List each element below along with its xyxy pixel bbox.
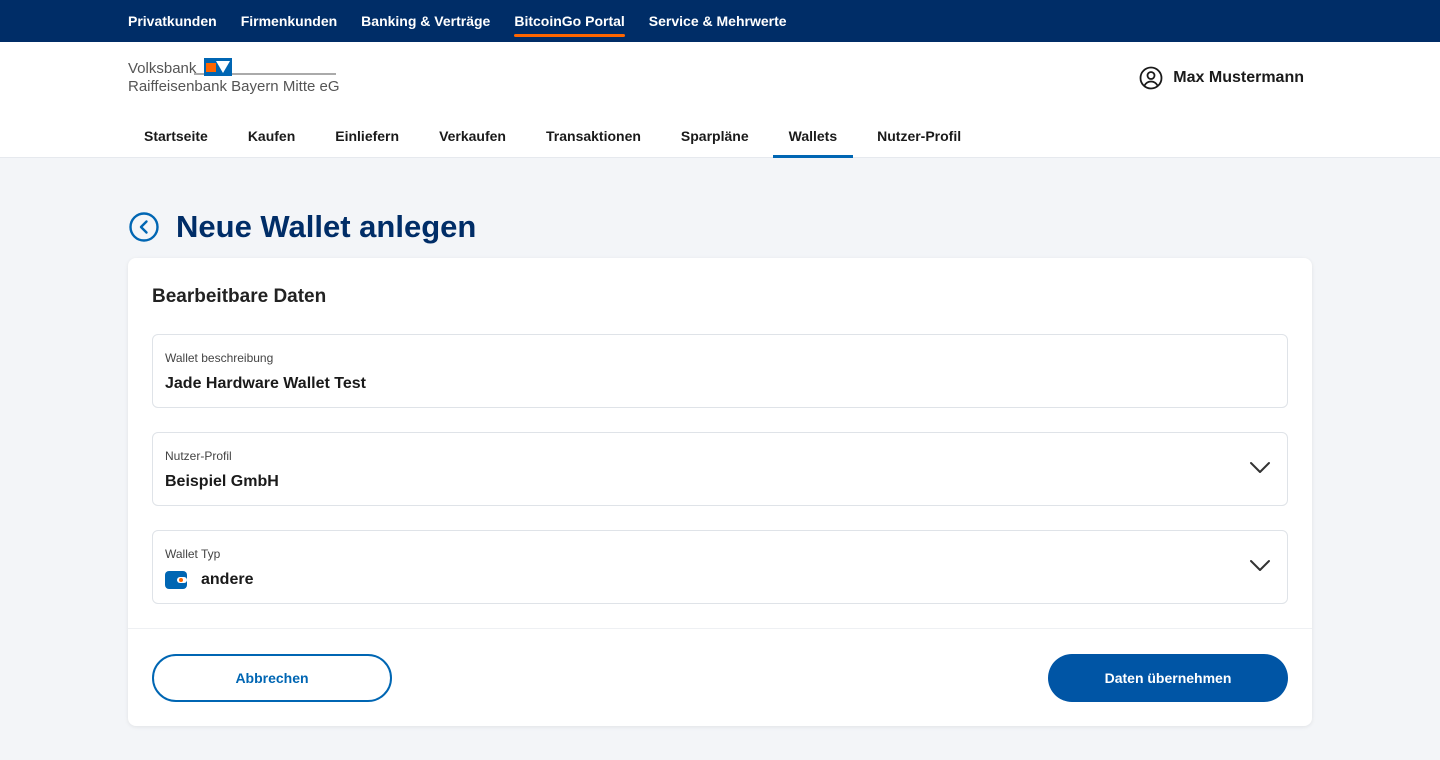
bank-logo[interactable]: Volksbank Raiffeisenbank Bayern Mitte eG [128, 58, 340, 98]
tab-einliefern[interactable]: Einliefern [319, 114, 415, 158]
wallet-description-value: Jade Hardware Wallet Test [165, 375, 366, 392]
wallet-type-label: Wallet Typ [165, 547, 221, 561]
form-section-title: Bearbeitbare Daten [152, 286, 327, 307]
form-divider [128, 628, 1312, 629]
page-title: Neue Wallet anlegen [176, 209, 477, 244]
user-menu[interactable]: Max Mustermann [1139, 66, 1304, 90]
chevron-down-icon [1250, 560, 1270, 571]
tab-transaktionen[interactable]: Transaktionen [530, 114, 657, 158]
tab-verkaufen[interactable]: Verkaufen [423, 114, 522, 158]
submit-button[interactable]: Daten übernehmen [1048, 654, 1288, 702]
user-icon [1139, 66, 1163, 90]
wallet-icon [165, 571, 187, 589]
user-profile-value: Beispiel GmbH [165, 473, 279, 490]
wallet-type-select[interactable]: Wallet Typ andere [152, 530, 1288, 604]
tab-nutzer-profil[interactable]: Nutzer-Profil [861, 114, 977, 158]
topnav-service-mehrwerte[interactable]: Service & Mehrwerte [649, 0, 787, 42]
topnav-firmenkunden[interactable]: Firmenkunden [241, 0, 337, 42]
logo-text-line2: Raiffeisenbank Bayern Mitte eG [128, 78, 340, 95]
tab-startseite[interactable]: Startseite [128, 114, 224, 158]
topnav-bitcoingo-portal[interactable]: BitcoinGo Portal [514, 0, 626, 42]
tab-sparplaene[interactable]: Sparpläne [665, 114, 765, 158]
tab-kaufen[interactable]: Kaufen [232, 114, 311, 158]
logo-text-line1: Volksbank [128, 60, 197, 77]
page-header: Neue Wallet anlegen [0, 158, 1440, 258]
main-navigation: Startseite Kaufen Einliefern Verkaufen T… [0, 114, 1440, 158]
wallet-description-label: Wallet beschreibung [165, 351, 274, 365]
user-profile-label: Nutzer-Profil [165, 449, 232, 463]
top-navigation: Privatkunden Firmenkunden Banking & Vert… [0, 0, 1440, 42]
header: Volksbank Raiffeisenbank Bayern Mitte eG… [0, 42, 1440, 114]
user-name: Max Mustermann [1173, 69, 1304, 86]
user-profile-select[interactable]: Nutzer-Profil Beispiel GmbH [152, 432, 1288, 506]
back-arrow-icon[interactable] [128, 211, 160, 243]
logo-mark-icon [204, 58, 232, 76]
tab-wallets[interactable]: Wallets [772, 114, 854, 158]
topnav-privatkunden[interactable]: Privatkunden [128, 0, 217, 42]
wallet-type-value: andere [201, 571, 254, 588]
cancel-button[interactable]: Abbrechen [152, 654, 392, 702]
wallet-form-card: Bearbeitbare Daten Wallet beschreibung J… [128, 258, 1312, 726]
chevron-down-icon [1250, 462, 1270, 473]
wallet-description-field[interactable]: Wallet beschreibung Jade Hardware Wallet… [152, 334, 1288, 408]
topnav-banking-vertraege[interactable]: Banking & Verträge [361, 0, 490, 42]
